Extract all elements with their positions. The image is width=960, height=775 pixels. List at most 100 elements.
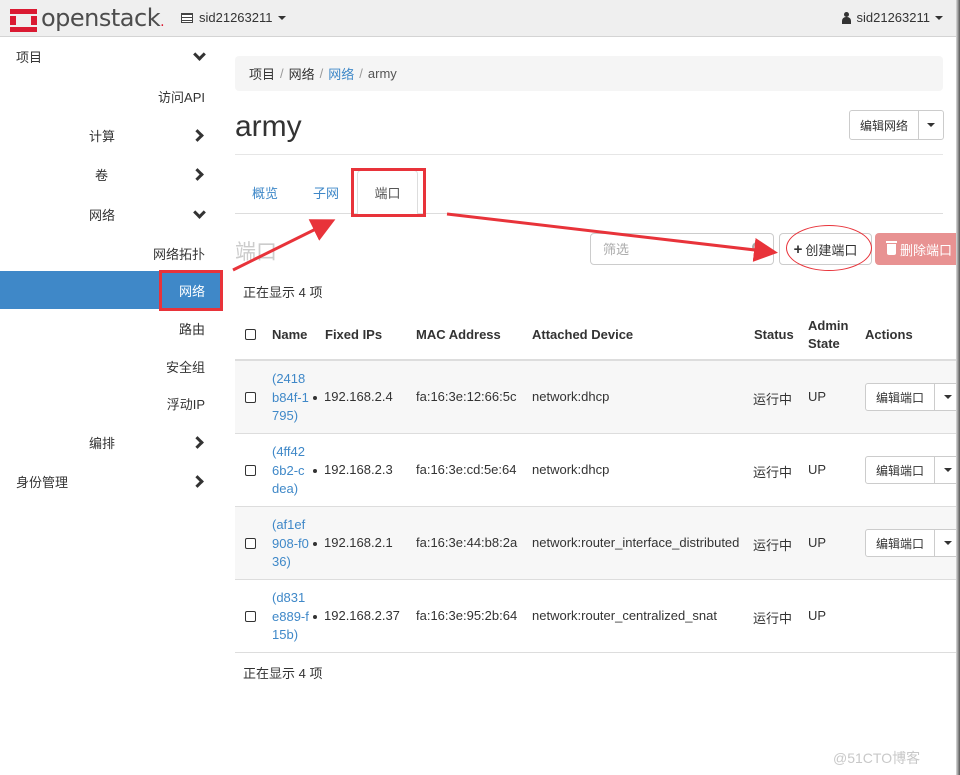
attached-device: network:router_interface_distributed — [532, 535, 740, 550]
page-title: army — [235, 110, 302, 143]
sidebar-item-volumes[interactable]: 卷 — [0, 155, 222, 193]
caret-down-icon — [935, 15, 943, 20]
item-count-bottom: 正在显示 4 项 — [243, 666, 323, 681]
port-name-line: (4ff42 — [272, 444, 306, 459]
openstack-logo-icon — [10, 8, 37, 32]
annotation-box-ports-tab — [351, 168, 426, 217]
caret-down-icon — [927, 123, 935, 127]
breadcrumb-link-networks[interactable]: 网络 — [328, 64, 354, 83]
chevron-right-icon — [192, 474, 206, 488]
port-status: 运行中 — [753, 392, 793, 407]
row-checkbox[interactable] — [245, 465, 256, 476]
project-selector[interactable]: sid21263211 — [181, 10, 286, 25]
sidebar-item-api-access[interactable]: 访问API — [0, 77, 222, 115]
edit-port-button[interactable]: 编辑端口 — [866, 457, 935, 483]
sidebar-item-network-topology[interactable]: 网络拓扑 — [0, 234, 222, 272]
column-header-attached-device[interactable]: Attached Device — [532, 326, 633, 344]
sidebar-item-label: 路由 — [178, 321, 205, 337]
ports-table: Name Fixed IPs MAC Address Attached Devi… — [235, 313, 960, 653]
sidebar-item-floating-ips[interactable]: 浮动IP — [0, 384, 222, 422]
search-icon[interactable] — [752, 242, 762, 252]
mac-address: fa:16:3e:cd:5e:64 — [416, 462, 517, 477]
tab-overview[interactable]: 概览 — [235, 170, 295, 214]
port-status: 运行中 — [753, 465, 793, 480]
brand-logo-link[interactable]: openstack. — [10, 4, 165, 34]
sidebar-item-label: 计算 — [89, 128, 116, 144]
breadcrumb-separator: / — [359, 66, 363, 81]
edit-network-dropdown-toggle[interactable] — [919, 111, 943, 139]
edit-port-button[interactable]: 编辑端口 — [866, 384, 935, 410]
port-name-line: 795) — [272, 408, 299, 423]
sidebar-item-project[interactable]: 项目 — [0, 37, 222, 75]
port-name-line: e889-f — [272, 608, 309, 624]
chevron-down-icon — [192, 49, 206, 63]
mac-address: fa:16:3e:44:b8:2a — [416, 535, 518, 550]
port-name-line: (d831 — [272, 590, 306, 605]
user-icon — [841, 11, 852, 24]
fixed-ip: 192.168.2.37 — [313, 608, 400, 623]
trash-icon — [886, 240, 897, 255]
sidebar-item-label: 卷 — [95, 167, 109, 183]
annotation-box-sidebar-networks — [159, 270, 223, 311]
edit-port-button-group: 编辑端口 — [865, 456, 960, 484]
port-name-link[interactable]: (af1ef 908-f0 36) — [272, 516, 309, 572]
port-name-link[interactable]: (d831 e889-f 15b) — [272, 589, 309, 645]
project-list-icon — [181, 12, 193, 23]
row-checkbox[interactable] — [245, 392, 256, 403]
row-checkbox[interactable] — [245, 538, 256, 549]
window-edge — [956, 0, 960, 775]
port-name-line: b84f-1 — [272, 389, 309, 405]
table-header: Name Fixed IPs MAC Address Attached Devi… — [235, 313, 960, 361]
chevron-right-icon — [192, 435, 206, 449]
user-name: sid21263211 — [856, 10, 931, 25]
sidebar-item-orchestration[interactable]: 编排 — [0, 423, 222, 461]
fixed-ip-value: 192.168.2.37 — [324, 608, 400, 623]
edit-port-button[interactable]: 编辑端口 — [866, 530, 935, 556]
tab-subnets[interactable]: 子网 — [296, 170, 356, 214]
sidebar-item-label: 网络拓扑 — [152, 246, 205, 262]
breadcrumb-item: 项目 — [249, 67, 276, 82]
attached-device: network:dhcp — [532, 462, 610, 477]
column-header-admin-state[interactable]: Admin State — [808, 317, 848, 353]
sidebar-item-network-group[interactable]: 网络 — [0, 195, 222, 233]
sidebar-item-compute[interactable]: 计算 — [0, 116, 222, 154]
edit-port-button-group: 编辑端口 — [865, 529, 960, 557]
bullet-icon — [313, 614, 317, 619]
sidebar-item-security-groups[interactable]: 安全组 — [0, 347, 222, 385]
brand-name: openstack. — [41, 4, 165, 32]
edit-port-button-group: 编辑端口 — [865, 383, 960, 411]
sidebar-item-label: 编排 — [89, 435, 116, 451]
mac-address: fa:16:3e:95:2b:64 — [416, 608, 518, 623]
sidebar-item-identity[interactable]: 身份管理 — [0, 462, 222, 500]
sidebar-item-label: 身份管理 — [16, 474, 69, 490]
network-detail-tabs: 概览 子网 端口 — [235, 170, 943, 215]
filter-input[interactable] — [590, 233, 774, 265]
sidebar-item-routers[interactable]: 路由 — [0, 309, 222, 347]
port-name-link[interactable]: (2418 b84f-1 795) — [272, 370, 309, 426]
delete-ports-label: 删除端口 — [900, 242, 953, 258]
port-name-link[interactable]: (4ff42 6b2-c dea) — [272, 443, 305, 499]
table-row: (2418 b84f-1 795) 192.168.2.4 fa:16:3e:12:66… — [235, 361, 960, 434]
edit-network-button[interactable]: 编辑网络 — [850, 111, 919, 139]
column-header-mac-address[interactable]: MAC Address — [416, 326, 501, 344]
admin-state: UP — [808, 389, 827, 404]
section-title: 端口 — [235, 241, 277, 264]
fixed-ip-value: 192.168.2.4 — [324, 389, 393, 404]
breadcrumb-current: army — [367, 66, 397, 81]
edit-network-button-group: 编辑网络 — [849, 110, 944, 140]
fixed-ip-value: 192.168.2.1 — [324, 535, 393, 550]
select-all-checkbox[interactable] — [245, 329, 256, 340]
column-header-fixed-ips[interactable]: Fixed IPs — [325, 326, 382, 344]
table-row: (4ff42 6b2-c dea) 192.168.2.3 fa:16:3e:cd:5e… — [235, 434, 960, 507]
attached-device: network:dhcp — [532, 389, 610, 404]
column-header-status[interactable]: Status — [754, 326, 794, 344]
user-menu[interactable]: sid21263211 — [841, 10, 943, 25]
divider — [235, 154, 943, 155]
port-name-line: (af1ef — [272, 517, 306, 532]
column-header-name[interactable]: Name — [272, 326, 307, 344]
delete-ports-button[interactable]: 删除端口 — [875, 233, 960, 265]
port-name-line: 908-f0 — [272, 535, 309, 551]
fixed-ip: 192.168.2.3 — [313, 462, 393, 477]
project-name: sid21263211 — [199, 10, 273, 25]
row-checkbox[interactable] — [245, 611, 256, 622]
